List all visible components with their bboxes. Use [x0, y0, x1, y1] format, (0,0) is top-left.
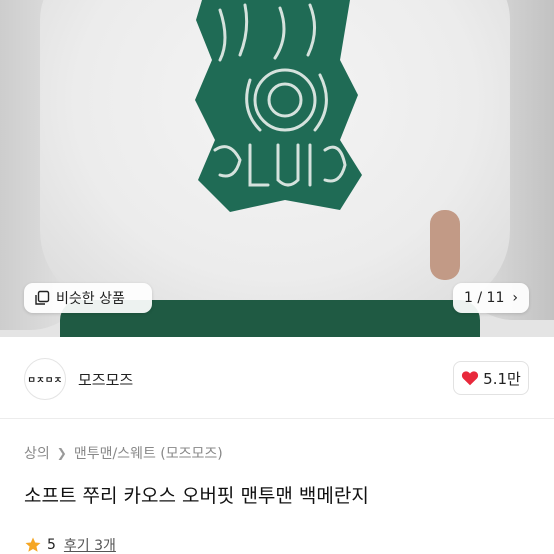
shop-logo[interactable]: ㅁㅈㅁㅈ [24, 358, 66, 400]
product-title: 소프트 쭈리 카오스 오버핏 맨투맨 백메란지 [24, 485, 369, 507]
shop-name[interactable]: 모즈모즈 [78, 369, 133, 390]
breadcrumb: 상의 ❯ 맨투맨/스웨트 (모즈모즈) [24, 443, 223, 463]
heart-icon [462, 371, 479, 386]
like-button[interactable]: 5.1만 [453, 361, 529, 395]
copy-icon [35, 290, 50, 305]
star-icon [25, 537, 41, 552]
sweatshirt-graphic-print [195, 0, 362, 212]
like-count: 5.1만 [483, 369, 521, 388]
product-image[interactable]: 비슷한 상품 1 / 11 › [0, 0, 554, 337]
shop-info: ㅁㅈㅁㅈ 모즈모즈 5.1만 [0, 337, 554, 419]
hand [430, 210, 460, 280]
review-count-link[interactable]: 후기 3개 [64, 535, 116, 554]
breadcrumb-item-category[interactable]: 상의 [24, 443, 50, 463]
similar-products-button[interactable]: 비슷한 상품 [24, 283, 152, 313]
similar-products-label: 비슷한 상품 [56, 291, 125, 307]
image-counter-button[interactable]: 1 / 11 › [453, 283, 529, 313]
breadcrumb-item-subcategory[interactable]: 맨투맨/스웨트 (모즈모즈) [74, 443, 223, 463]
image-counter-text: 1 / 11 [464, 290, 505, 306]
rating-score: 5 [47, 537, 56, 553]
rating-row: 5 후기 3개 [24, 535, 116, 554]
chevron-right-icon: ❯ [56, 446, 67, 460]
chevron-right-icon: › [512, 290, 518, 306]
